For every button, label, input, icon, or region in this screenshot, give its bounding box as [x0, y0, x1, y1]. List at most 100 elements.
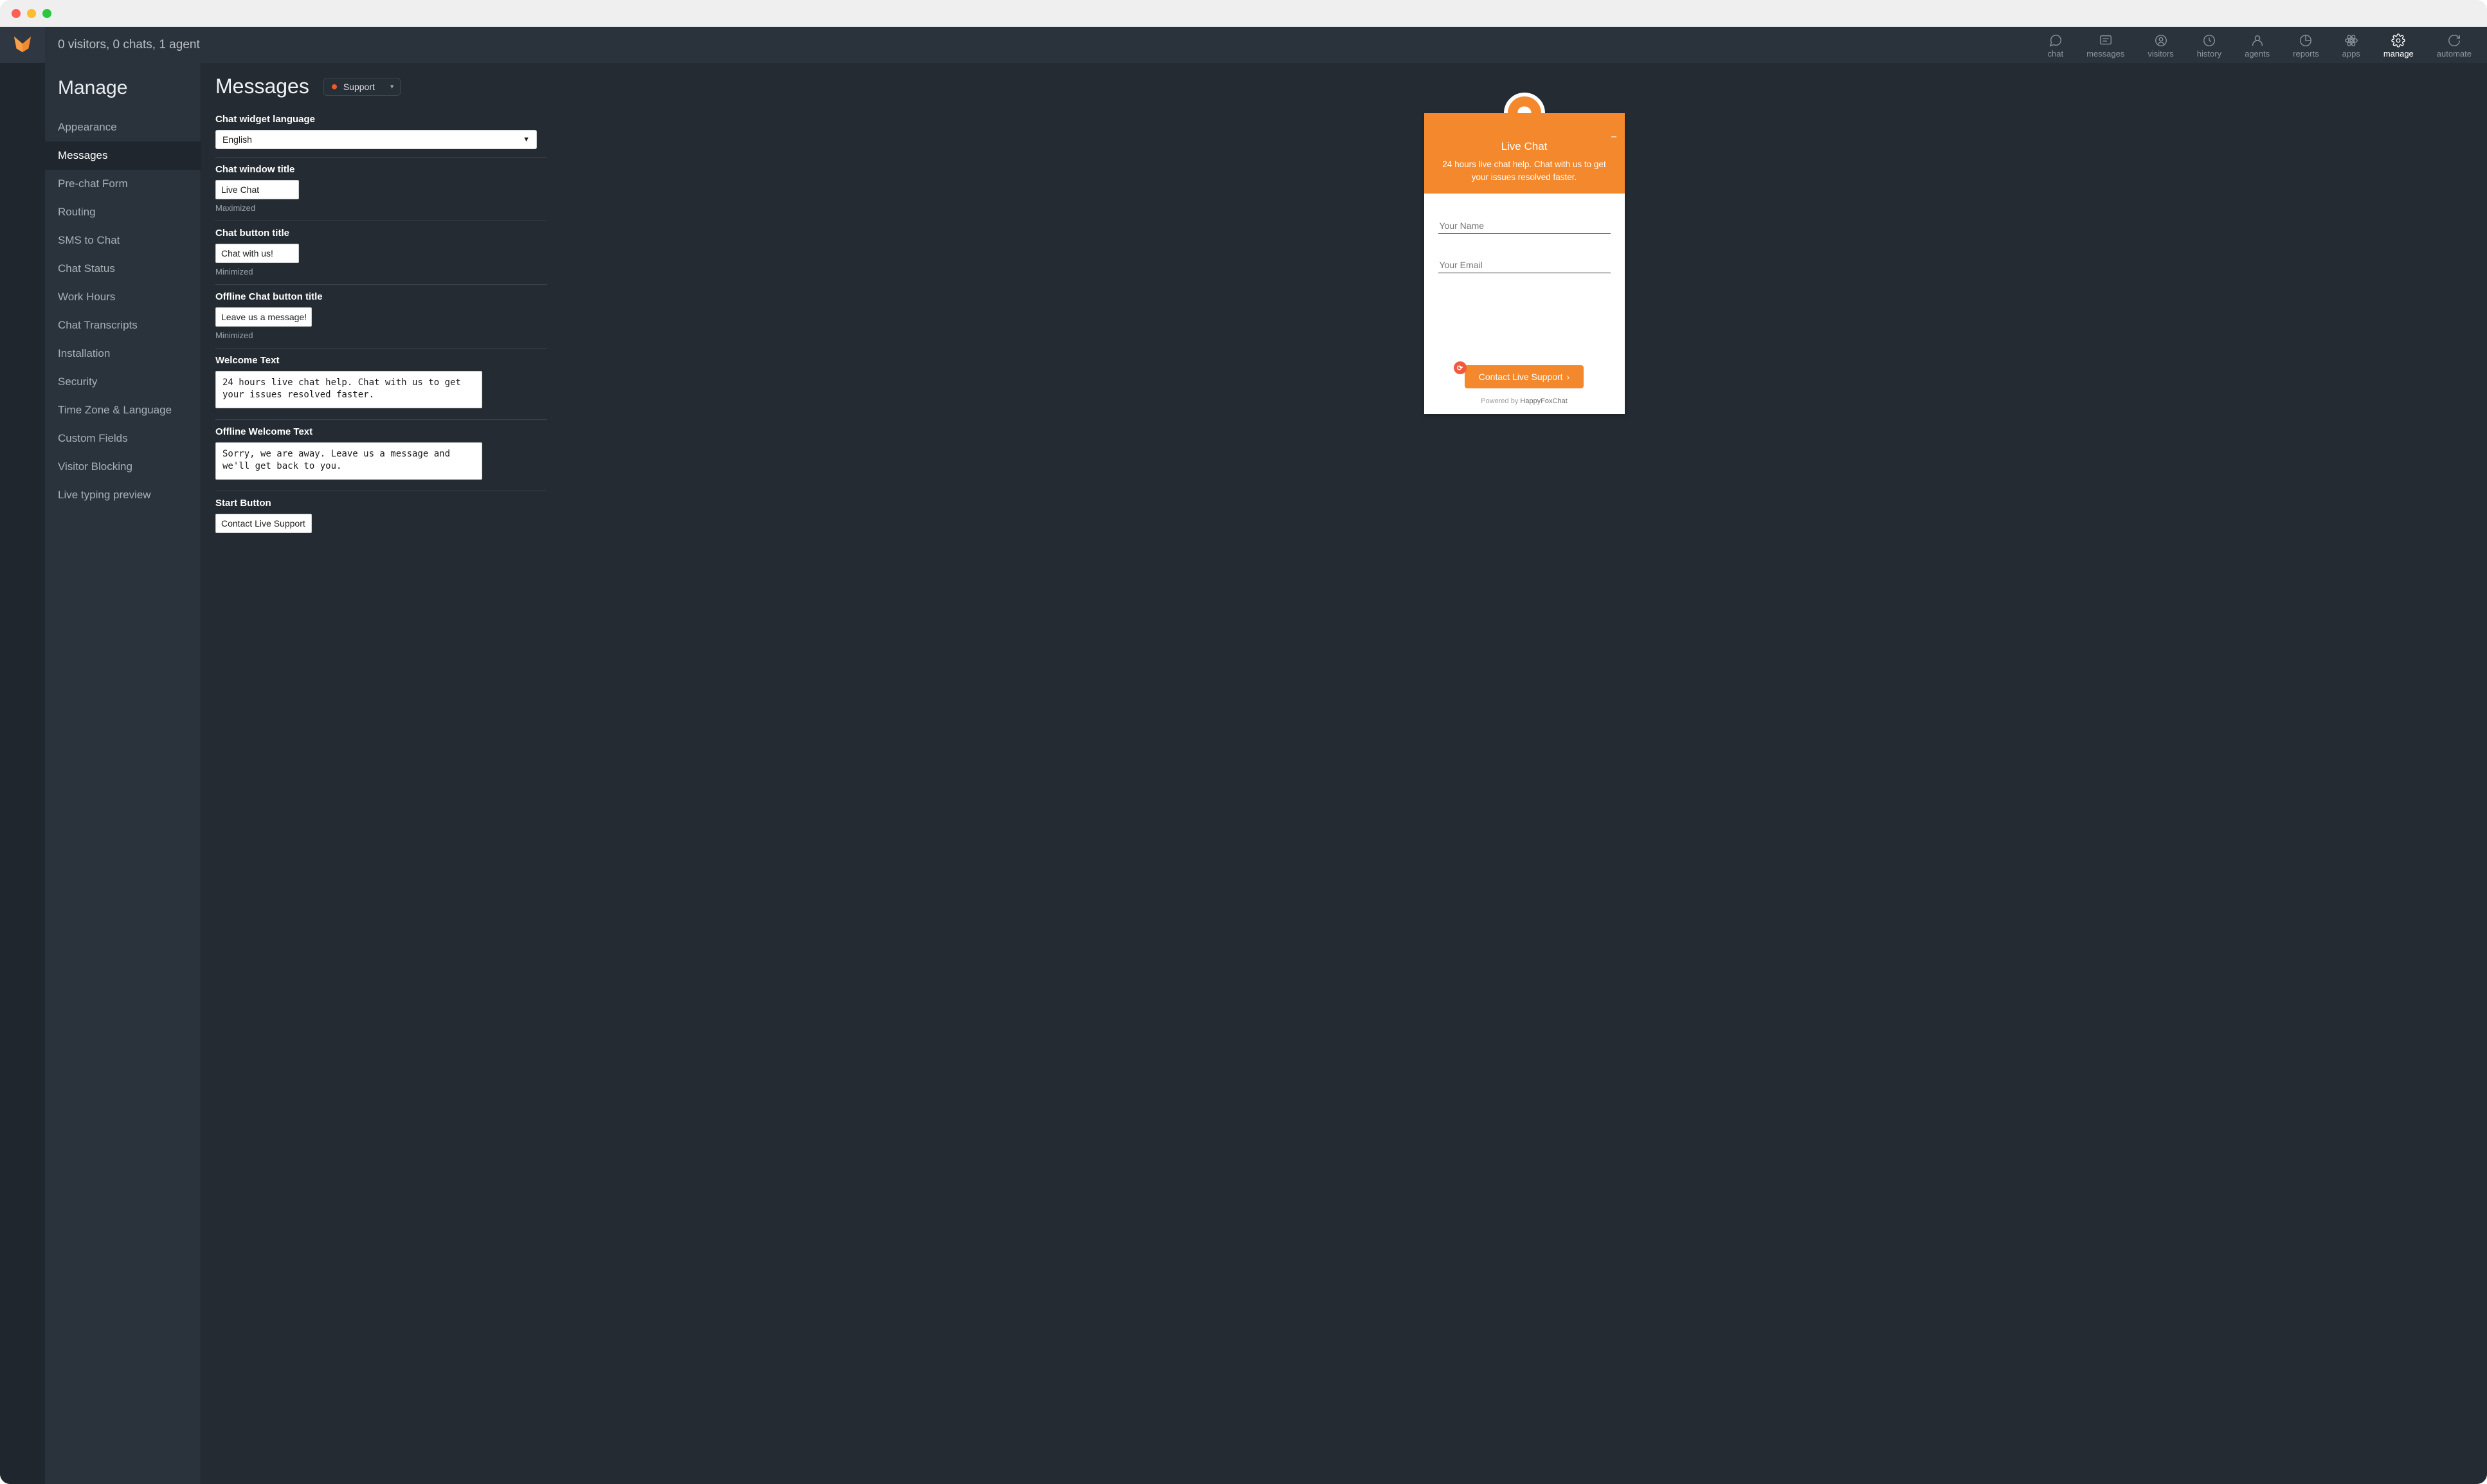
page-title: Messages	[215, 75, 309, 98]
contact-support-button[interactable]: Contact Live Support ›	[1465, 365, 1584, 388]
nav-history[interactable]: history	[2194, 27, 2224, 63]
fox-logo-icon	[13, 34, 32, 57]
sidebar-item-time-zone-language[interactable]: Time Zone & Language	[45, 396, 201, 424]
group-welcome-text: Welcome Text	[215, 348, 547, 420]
status-text: 0 visitors, 0 chats, 1 agent	[58, 38, 200, 52]
status-dot-icon	[332, 84, 337, 89]
input-button-title[interactable]	[215, 244, 299, 263]
powered-link[interactable]: HappyFoxChat	[1520, 397, 1567, 405]
label-button-title: Chat button title	[215, 228, 547, 239]
caret-down-icon: ▼	[523, 136, 530, 143]
group-button-title: Chat button title Minimized	[215, 221, 547, 285]
sidebar-item-chat-status[interactable]: Chat Status	[45, 255, 201, 283]
preview-column: – Live Chat 24 hours live chat help. Cha…	[561, 63, 2487, 1484]
chat-footer: ⟳ Contact Live Support › Powered by Happ…	[1424, 359, 1625, 414]
form-column: Messages Support ▾ Chat widget language …	[201, 63, 561, 1484]
form-header: Messages Support ▾	[215, 75, 547, 98]
group-chat-language: Chat widget language English ▼	[215, 107, 547, 158]
chevron-right-icon: ›	[1567, 372, 1570, 382]
history-icon	[2202, 33, 2216, 48]
topnav-label: visitors	[2148, 50, 2173, 58]
nav-chat[interactable]: chat	[2045, 27, 2066, 63]
left-gutter	[0, 63, 45, 1484]
user-circle-icon	[2154, 33, 2168, 48]
pie-chart-icon	[2299, 33, 2313, 48]
hint-window-title: Maximized	[215, 203, 547, 213]
main-content: Messages Support ▾ Chat widget language …	[201, 63, 2487, 1484]
nav-agents[interactable]: agents	[2242, 27, 2272, 63]
minimize-chat-icon[interactable]: –	[1611, 131, 1617, 143]
nav-manage[interactable]: manage	[2381, 27, 2416, 63]
atom-icon	[2344, 33, 2358, 48]
mac-title-bar	[0, 0, 2487, 27]
sidebar-item-security[interactable]: Security	[45, 368, 201, 396]
app-header: 0 visitors, 0 chats, 1 agent chat message…	[0, 27, 2487, 63]
maximize-icon[interactable]	[42, 9, 51, 18]
topnav-label: manage	[2383, 50, 2414, 58]
label-offline-welcome: Offline Welcome Text	[215, 426, 547, 437]
sidebar-item-custom-fields[interactable]: Custom Fields	[45, 424, 201, 453]
chat-email-field[interactable]	[1438, 257, 1611, 273]
topnav-label: automate	[2437, 50, 2472, 58]
sidebar-item-visitor-blocking[interactable]: Visitor Blocking	[45, 453, 201, 481]
sidebar-item-pre-chat-form[interactable]: Pre-chat Form	[45, 170, 201, 198]
refresh-icon	[2447, 33, 2461, 48]
topnav-label: apps	[2342, 50, 2360, 58]
close-icon[interactable]	[12, 9, 21, 18]
nav-automate[interactable]: automate	[2434, 27, 2474, 63]
nav-reports[interactable]: reports	[2290, 27, 2321, 63]
input-offline-button[interactable]	[215, 307, 312, 327]
group-window-title: Chat window title Maximized	[215, 158, 547, 221]
app-root: 0 visitors, 0 chats, 1 agent chat message…	[0, 27, 2487, 1484]
sidebar-title: Manage	[45, 75, 201, 113]
sidebar-item-sms-to-chat[interactable]: SMS to Chat	[45, 226, 201, 255]
label-window-title: Chat window title	[215, 164, 547, 175]
label-offline-button: Offline Chat button title	[215, 291, 547, 302]
topnav-label: chat	[2048, 50, 2064, 58]
topnav-label: history	[2197, 50, 2221, 58]
powered-prefix: Powered by	[1481, 397, 1520, 405]
body-row: Manage AppearanceMessagesPre-chat FormRo…	[0, 63, 2487, 1484]
chat-title: Live Chat	[1437, 140, 1612, 153]
sidebar-item-appearance[interactable]: Appearance	[45, 113, 201, 141]
sidebar-item-work-hours[interactable]: Work Hours	[45, 283, 201, 311]
nav-apps[interactable]: apps	[2340, 27, 2363, 63]
sidebar-item-live-typing-preview[interactable]: Live typing preview	[45, 481, 201, 509]
topnav-label: messages	[2086, 50, 2124, 58]
message-square-icon	[2099, 33, 2113, 48]
nav-messages[interactable]: messages	[2084, 27, 2127, 63]
sidebar-item-installation[interactable]: Installation	[45, 339, 201, 368]
textarea-offline-welcome[interactable]	[215, 442, 482, 480]
select-chat-language[interactable]: English ▼	[215, 130, 537, 149]
sidebar-item-routing[interactable]: Routing	[45, 198, 201, 226]
chat-name-field[interactable]	[1438, 218, 1611, 234]
nav-visitors[interactable]: visitors	[2145, 27, 2176, 63]
chat-header: – Live Chat 24 hours live chat help. Cha…	[1424, 113, 1625, 194]
sidebar-item-chat-transcripts[interactable]: Chat Transcripts	[45, 311, 201, 339]
chat-widget-preview: – Live Chat 24 hours live chat help. Cha…	[1424, 113, 1625, 414]
group-offline-button: Offline Chat button title Minimized	[215, 285, 547, 348]
profile-select[interactable]: Support ▾	[323, 78, 401, 96]
group-start-button: Start Button	[215, 491, 547, 541]
sidebar: Manage AppearanceMessagesPre-chat FormRo…	[45, 63, 201, 1484]
chevron-down-icon: ▾	[390, 82, 394, 91]
hint-offline-button: Minimized	[215, 330, 547, 340]
label-start-button: Start Button	[215, 498, 547, 509]
sidebar-item-messages[interactable]: Messages	[45, 141, 201, 170]
chat-welcome-text: 24 hours live chat help. Chat with us to…	[1437, 158, 1612, 183]
label-chat-language: Chat widget language	[215, 114, 547, 125]
input-window-title[interactable]	[215, 180, 299, 199]
textarea-welcome-text[interactable]	[215, 371, 482, 408]
minimize-icon[interactable]	[27, 9, 36, 18]
chat-bubble-icon	[2048, 33, 2063, 48]
label-welcome-text: Welcome Text	[215, 355, 547, 366]
powered-by: Powered by HappyFoxChat	[1481, 397, 1568, 405]
top-nav: chat messages visitors history agents reports…	[2045, 27, 2487, 63]
app-window: 0 visitors, 0 chats, 1 agent chat message…	[0, 0, 2487, 1484]
loading-spinner-icon: ⟳	[1454, 361, 1467, 374]
gear-icon	[2391, 33, 2405, 48]
contact-support-label: Contact Live Support	[1479, 372, 1563, 382]
select-chat-language-value: English	[222, 134, 252, 145]
chat-body	[1424, 194, 1625, 359]
input-start-button[interactable]	[215, 514, 312, 533]
